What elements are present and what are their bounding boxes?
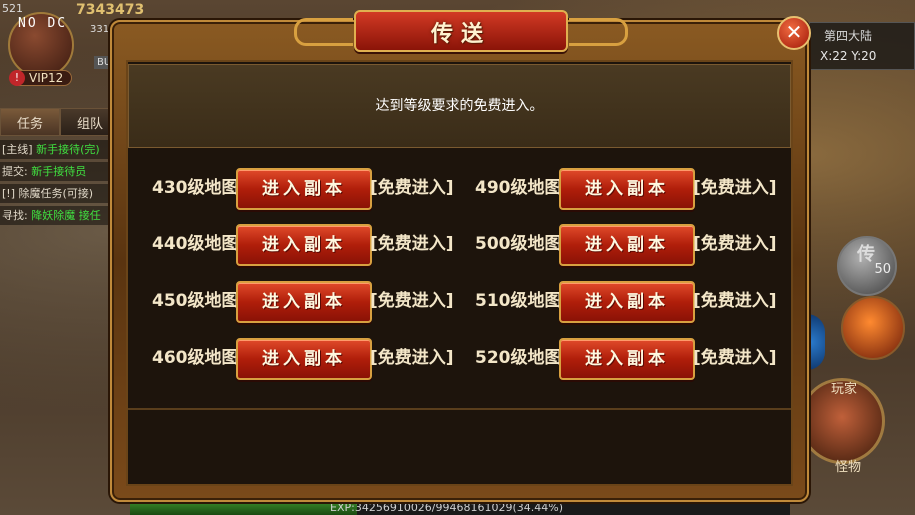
task-prefix: 提交:: [2, 165, 28, 178]
free-entry-tag: [免费进入]: [370, 234, 454, 254]
free-entry-tag: [免费进入]: [370, 348, 454, 368]
free-entry-tag: [免费进入]: [693, 178, 777, 198]
map-row: 450级地图 进入副本 [免费进入] 510级地图 进入副本 [免费进入]: [152, 281, 792, 323]
task-item[interactable]: [!] 除魔任务(可接): [0, 184, 125, 203]
alert-icon: !: [9, 70, 25, 86]
enter-dungeon-button[interactable]: 进入副本: [559, 281, 695, 323]
task-prefix: [!]: [2, 187, 15, 200]
map-row: 430级地图 进入副本 [免费进入] 490级地图 进入副本 [免费进入]: [152, 168, 792, 210]
map-level-label: 500级地图: [475, 234, 562, 254]
teleport-orb-count: 50: [874, 262, 891, 277]
dialog-title: 传送: [430, 21, 491, 47]
map-level-label: 510级地图: [475, 291, 562, 311]
task-text: 除魔任务(可接): [18, 187, 94, 200]
enter-dungeon-button[interactable]: 进入副本: [236, 168, 372, 210]
vip-level: VIP12: [29, 71, 64, 85]
map-level-label: 490级地图: [475, 178, 562, 198]
map-level-label: 460级地图: [152, 348, 239, 368]
free-entry-tag: [免费进入]: [693, 234, 777, 254]
skill-fire-icon[interactable]: [841, 296, 905, 360]
map-level-label: 450级地图: [152, 291, 239, 311]
info-text: 达到等级要求的免费进入。: [375, 98, 544, 114]
exp-bar: EXP:34256910026/99468161029(34.44%): [130, 501, 790, 515]
task-text: 新手接待员: [31, 165, 87, 178]
task-tabs: 任务 组队: [0, 108, 120, 136]
enter-dungeon-button[interactable]: 进入副本: [559, 224, 695, 266]
enter-dungeon-button[interactable]: 进入副本: [559, 168, 695, 210]
teleport-dialog: 传送 ✕ 达到等级要求的免费进入。 430级地图 进入副本 [免费进入] 490…: [110, 10, 811, 502]
exp-text: EXP:34256910026/99468161029(34.44%): [330, 501, 564, 514]
monster-target-label[interactable]: 怪物: [835, 456, 861, 475]
combat-power: 7343473: [76, 2, 145, 18]
enter-dungeon-button[interactable]: 进入副本: [236, 281, 372, 323]
player-target-label[interactable]: 玩家: [831, 378, 857, 397]
enter-dungeon-button[interactable]: 进入副本: [559, 338, 695, 380]
task-list: [主线] 新手接待(完) 提交: 新手接待员 [!] 除魔任务(可接) 寻找: …: [0, 140, 125, 228]
minimap-info[interactable]: 第四大陆 X:22 Y:20: [809, 22, 915, 70]
title-plate: 传送: [294, 10, 628, 52]
map-coordinates: X:22 Y:20: [820, 49, 877, 63]
task-item[interactable]: 寻找: 降妖除魔 接任: [0, 206, 125, 225]
vip-badge[interactable]: ! VIP12: [9, 70, 73, 86]
map-level-label: 440级地图: [152, 234, 239, 254]
task-prefix: 寻找:: [2, 209, 28, 222]
right-hud: 第四大陆 X:22 Y:20 传 50 玩家 怪物: [789, 0, 915, 515]
player-level: 521: [2, 2, 23, 15]
info-panel: 达到等级要求的免费进入。: [128, 64, 791, 148]
map-row: 460级地图 进入副本 [免费进入] 520级地图 进入副本 [免费进入]: [152, 338, 792, 380]
free-entry-tag: [免费进入]: [693, 348, 777, 368]
task-item[interactable]: 提交: 新手接待员: [0, 162, 125, 181]
task-item[interactable]: [主线] 新手接待(完): [0, 140, 125, 159]
map-level-label: 430级地图: [152, 178, 239, 198]
task-text: 新手接待(完): [36, 143, 100, 156]
task-prefix: [主线]: [2, 143, 33, 156]
close-button[interactable]: ✕: [777, 16, 811, 50]
tab-tasks[interactable]: 任务: [0, 108, 60, 136]
exp-bar-fill: [130, 501, 358, 515]
overlay-tag: NO DC: [18, 16, 68, 31]
divider: [128, 408, 791, 410]
map-name: 第四大陆: [824, 29, 873, 43]
task-text: 降妖除魔 接任: [31, 209, 101, 222]
free-entry-tag: [免费进入]: [693, 291, 777, 311]
enter-dungeon-button[interactable]: 进入副本: [236, 224, 372, 266]
combat-power-sub: 331: [90, 24, 110, 35]
map-row: 440级地图 进入副本 [免费进入] 500级地图 进入副本 [免费进入]: [152, 224, 792, 266]
free-entry-tag: [免费进入]: [370, 178, 454, 198]
free-entry-tag: [免费进入]: [370, 291, 454, 311]
enter-dungeon-button[interactable]: 进入副本: [236, 338, 372, 380]
map-level-label: 520级地图: [475, 348, 562, 368]
teleport-orb-glyph: 传: [857, 244, 875, 265]
